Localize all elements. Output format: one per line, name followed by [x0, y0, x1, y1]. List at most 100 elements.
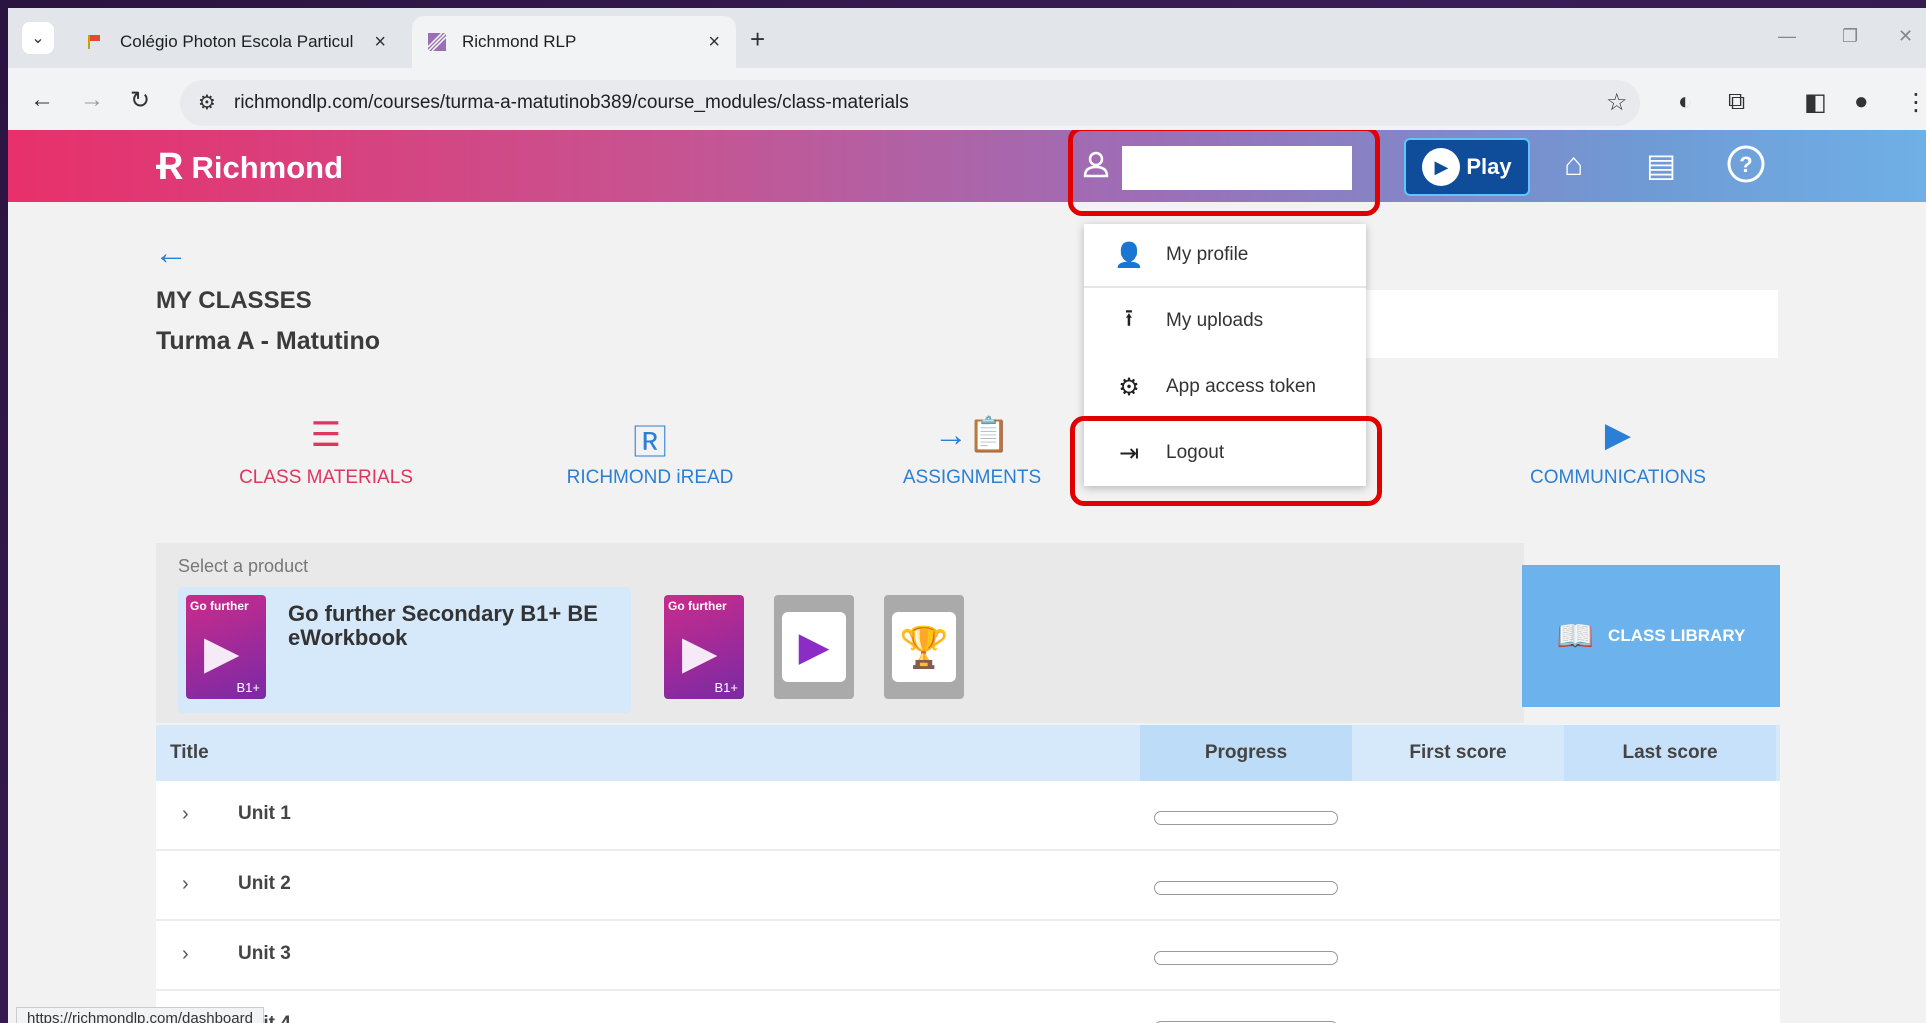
unit-title: Unit 2	[238, 873, 291, 894]
units-table: Title Progress First score Last score › …	[156, 725, 1780, 1023]
menu-item-app-access-token[interactable]: ⚙ App access token	[1084, 356, 1366, 418]
browser-window: ⌄ Colégio Photon Escola Particul × Richm…	[8, 8, 1926, 1023]
profile-icon[interactable]: ●	[1854, 88, 1869, 116]
address-bar[interactable]: ⚙ richmondlp.com/courses/turma-a-matutin…	[180, 80, 1640, 126]
svg-text:?: ?	[1739, 152, 1752, 177]
product-thumb-play-plus[interactable]: ▶	[774, 595, 854, 699]
back-arrow-icon[interactable]: ←	[154, 234, 188, 273]
table-header: Title Progress First score Last score	[156, 725, 1780, 781]
col-progress: Progress	[1140, 725, 1352, 781]
puzzle-icon[interactable]: ⧉	[1728, 88, 1745, 116]
product-thumb-go-further[interactable]: Go further ▶ B1+	[664, 595, 744, 699]
site-settings-icon[interactable]: ⚙	[198, 90, 216, 115]
tab-close-icon[interactable]: ×	[374, 31, 386, 54]
section-title: MY CLASSES	[156, 287, 312, 314]
tab-label: CLASS MATERIALS	[239, 467, 413, 488]
tab-label: Richmond RLP	[462, 32, 577, 51]
app-header: Ɍ Richmond ▶ Play ⌂ ▤ ?	[8, 130, 1926, 216]
richmond-favicon-icon	[428, 33, 446, 51]
menu-item-label: My uploads	[1166, 310, 1264, 331]
upload-icon: ⭱	[1124, 304, 1134, 332]
col-title: Title	[170, 742, 209, 763]
chevron-right-icon[interactable]: ›	[182, 873, 189, 896]
forward-icon[interactable]: →	[80, 86, 104, 114]
selected-product-title: Go further Secondary B1+ BE eWorkbook	[288, 601, 598, 650]
tab-label: Colégio Photon Escola Particul	[120, 32, 354, 51]
table-row[interactable]: › Unit 4	[156, 991, 1780, 1023]
play-plus-icon: ▶	[782, 612, 846, 682]
richmond-r-icon: Ɍ	[156, 146, 184, 188]
tab-label: RICHMOND iREAD	[566, 467, 734, 488]
play-label: Play	[1466, 154, 1512, 179]
tab-class-materials[interactable]: ☰ CLASS MATERIALS	[206, 415, 446, 489]
tab-strip: ⌄ Colégio Photon Escola Particul × Richm…	[8, 8, 1926, 68]
tab-close-icon[interactable]: ×	[708, 31, 720, 54]
reload-icon[interactable]: ↻	[130, 86, 150, 115]
video-icon: ▶	[1604, 416, 1632, 454]
close-window-icon[interactable]: ✕	[1898, 26, 1913, 47]
messages-icon[interactable]: ▤	[1646, 146, 1676, 184]
play-triangle-icon: ▶	[204, 626, 240, 678]
bookmark-star-icon[interactable]: ☆	[1606, 88, 1628, 117]
back-icon[interactable]: ←	[30, 86, 54, 114]
minimize-icon[interactable]: —	[1778, 26, 1796, 47]
user-gear-icon: 👤	[1114, 241, 1144, 269]
table-row[interactable]: › Unit 3	[156, 921, 1780, 991]
chevron-right-icon[interactable]: ›	[182, 803, 189, 826]
progress-bar	[1154, 811, 1338, 825]
richmond-logo[interactable]: Ɍ Richmond	[156, 146, 343, 189]
menu-divider	[1084, 286, 1366, 288]
class-library-button[interactable]: 📖 CLASS LIBRARY	[1522, 565, 1780, 707]
book-icon: 📖	[1556, 619, 1595, 653]
info-strip	[1298, 290, 1778, 358]
menu-item-my-profile[interactable]: 👤 My profile	[1084, 224, 1366, 286]
table-row[interactable]: › Unit 2	[156, 851, 1780, 921]
list-icon: ☰	[310, 416, 342, 454]
tab-label: COMMUNICATIONS	[1530, 467, 1706, 488]
chevron-right-icon[interactable]: ›	[182, 943, 189, 966]
menu-item-label: App access token	[1166, 376, 1316, 397]
class-name: Turma A - Matutino	[156, 327, 381, 355]
col-last-score: Last score	[1564, 725, 1776, 781]
page-content: Ɍ Richmond ▶ Play ⌂ ▤ ? ← MY CLASSES Tur…	[8, 130, 1926, 1023]
tab-richmond-iread[interactable]: 🅁 RICHMOND iREAD	[530, 415, 770, 489]
chevron-down-icon: ⌄	[31, 30, 45, 47]
extension-icon[interactable]: ◐	[1678, 88, 1693, 116]
col-first-score: First score	[1409, 742, 1507, 763]
url-text: richmondlp.com/courses/turma-a-matutinob…	[234, 92, 909, 113]
progress-bar	[1154, 951, 1338, 965]
play-button[interactable]: ▶ Play	[1404, 138, 1530, 196]
help-icon[interactable]: ?	[1726, 144, 1766, 192]
browser-toolbar: ← → ↻ ⚙ richmondlp.com/courses/turma-a-m…	[8, 68, 1926, 138]
highlight-box-user	[1068, 130, 1380, 216]
assignment-icon: →📋	[933, 416, 1011, 454]
flag-favicon-icon	[88, 35, 100, 49]
tab-communications[interactable]: ▶ COMMUNICATIONS	[1498, 415, 1738, 489]
home-icon[interactable]: ⌂	[1564, 146, 1583, 183]
play-triangle-icon: ▶	[682, 626, 718, 678]
trophy-icon: 🏆	[892, 612, 956, 682]
class-library-label: CLASS LIBRARY	[1608, 626, 1746, 645]
tab-search-button[interactable]: ⌄	[22, 22, 54, 54]
menu-item-my-uploads[interactable]: ⭱ My uploads	[1084, 290, 1366, 352]
tab-assignments[interactable]: →📋 ASSIGNMENTS	[852, 415, 1092, 489]
unit-title: Unit 3	[238, 943, 291, 964]
logo-text: Richmond	[191, 149, 344, 185]
iread-icon: 🅁	[633, 424, 667, 462]
side-panel-icon[interactable]: ◧	[1804, 88, 1827, 117]
play-icon: ▶	[1422, 148, 1461, 186]
new-tab-button[interactable]: +	[750, 24, 765, 55]
table-row[interactable]: › Unit 1	[156, 781, 1780, 851]
progress-bar	[1154, 881, 1338, 895]
unit-title: Unit 1	[238, 803, 291, 824]
menu-kebab-icon[interactable]: ⋮	[1904, 88, 1926, 117]
tab-richmond-rlp[interactable]: Richmond RLP ×	[412, 16, 736, 68]
highlight-box-logout	[1070, 416, 1382, 506]
tab-colegio-photon[interactable]: Colégio Photon Escola Particul ×	[70, 16, 402, 68]
product-thumb-trophy[interactable]: 🏆	[884, 595, 964, 699]
select-product-label: Select a product	[178, 556, 309, 576]
go-further-cover: Go further ▶ B1+	[186, 595, 266, 699]
status-bar-url: https://richmondlp.com/dashboard	[16, 1007, 264, 1023]
tab-label: ASSIGNMENTS	[902, 467, 1042, 488]
restore-icon[interactable]: ❐	[1842, 26, 1858, 47]
